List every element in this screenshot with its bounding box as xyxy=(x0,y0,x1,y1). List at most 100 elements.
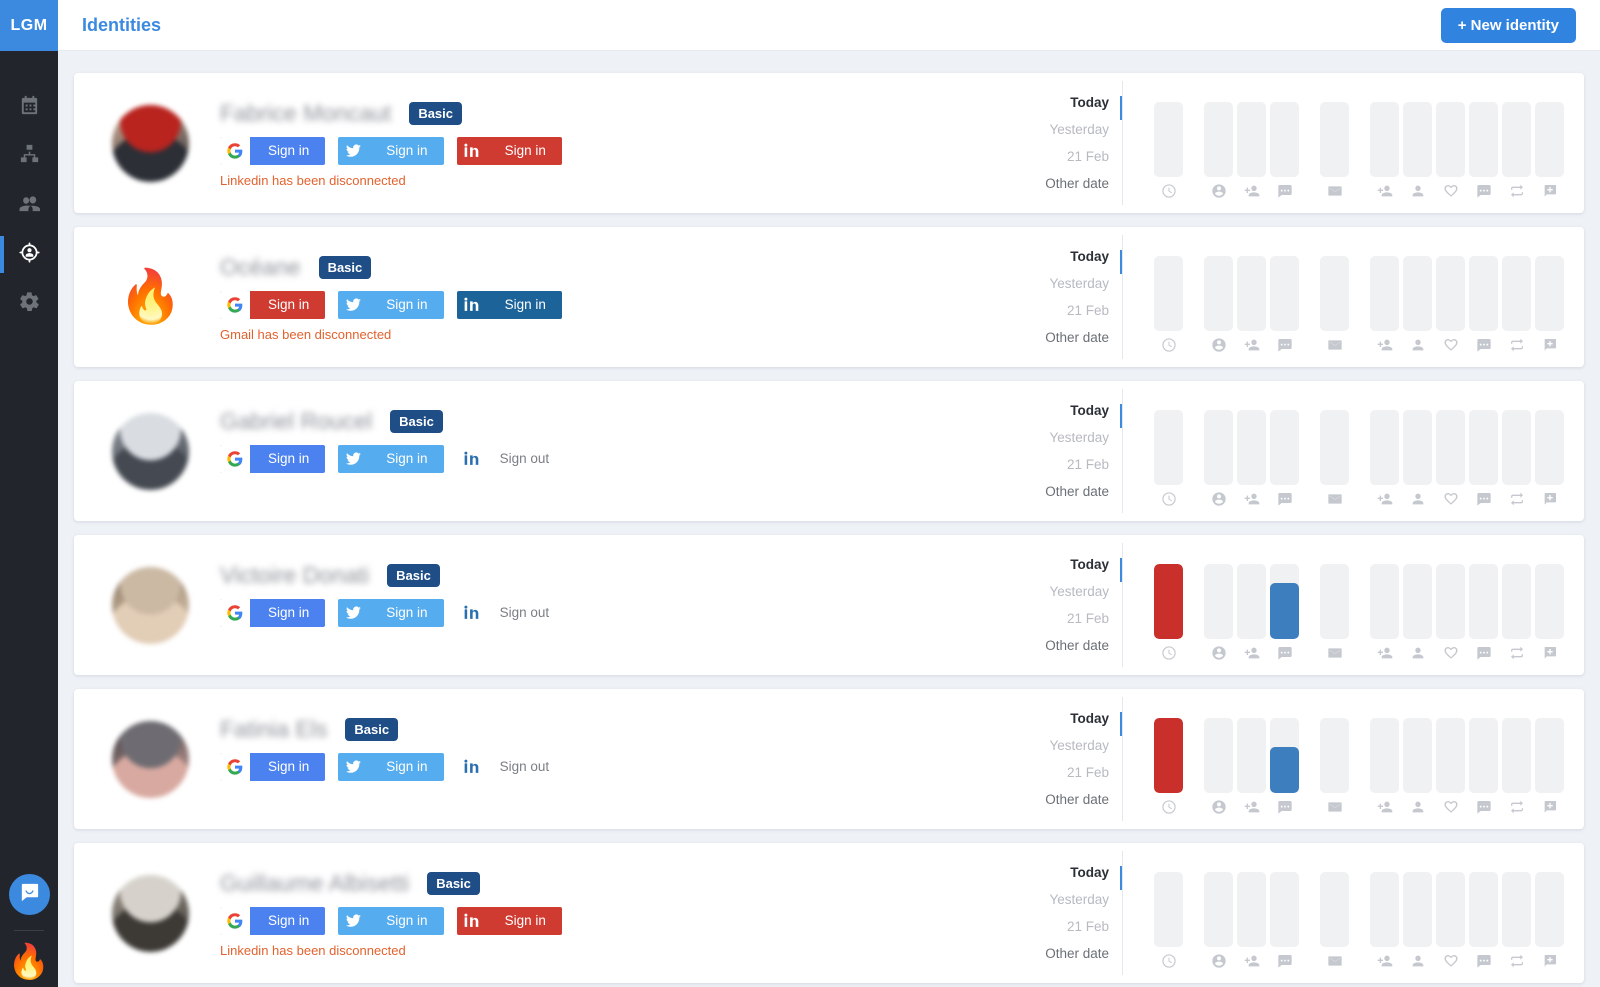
stat-column[interactable] xyxy=(1320,410,1349,513)
sidebar-item-identities[interactable] xyxy=(0,230,58,279)
twitter-sign-in-button[interactable]: Sign in xyxy=(338,906,444,935)
google-sign-in-button[interactable]: Sign in xyxy=(220,290,326,319)
stat-column[interactable] xyxy=(1535,718,1564,821)
stat-column[interactable] xyxy=(1403,718,1432,821)
stat-column[interactable] xyxy=(1535,872,1564,975)
stat-column[interactable] xyxy=(1320,564,1349,667)
identity-card[interactable]: Fatinia Els Basic Sign in Sign in Sign out To… xyxy=(74,689,1584,829)
stat-column[interactable] xyxy=(1535,410,1564,513)
twitter-sign-in-button[interactable]: Sign in xyxy=(338,598,444,627)
linkedin-sign-out-button[interactable]: Sign out xyxy=(500,451,550,466)
stat-column[interactable] xyxy=(1237,718,1266,821)
stat-column[interactable] xyxy=(1154,256,1183,359)
stat-column[interactable] xyxy=(1502,872,1531,975)
linkedin-sign-out-button[interactable]: Sign out xyxy=(500,605,550,620)
stat-column[interactable] xyxy=(1320,256,1349,359)
twitter-sign-in-button[interactable]: Sign in xyxy=(338,290,444,319)
stat-column[interactable] xyxy=(1469,718,1498,821)
stat-column[interactable] xyxy=(1320,102,1349,205)
stat-column[interactable] xyxy=(1370,256,1399,359)
stat-column[interactable] xyxy=(1469,256,1498,359)
stat-column[interactable] xyxy=(1469,410,1498,513)
identity-card[interactable]: 🔥 Océane Basic Sign in Sign in Sign in Gmail h… xyxy=(74,227,1584,367)
google-sign-in-button[interactable]: Sign in xyxy=(220,906,326,935)
stat-column[interactable] xyxy=(1370,872,1399,975)
stat-column[interactable] xyxy=(1436,564,1465,667)
identity-card[interactable]: Gabriel Roucel Basic Sign in Sign in Sign ou… xyxy=(74,381,1584,521)
linkedin-sign-in-button[interactable]: Sign in xyxy=(456,136,562,165)
sidebar-item-settings[interactable] xyxy=(0,279,58,328)
user-avatar[interactable]: 🔥 xyxy=(8,945,50,979)
stat-column[interactable] xyxy=(1320,872,1349,975)
stat-column[interactable] xyxy=(1270,410,1299,513)
stat-column[interactable] xyxy=(1370,102,1399,205)
stat-column[interactable] xyxy=(1204,718,1233,821)
linkedin-sign-out-button[interactable]: Sign out xyxy=(500,759,550,774)
google-sign-in-button[interactable]: Sign in xyxy=(220,598,326,627)
stat-column[interactable] xyxy=(1204,256,1233,359)
identity-card[interactable]: Fabrice Moncaut Basic Sign in Sign in Sign i… xyxy=(74,73,1584,213)
stat-column[interactable] xyxy=(1436,872,1465,975)
stat-column[interactable] xyxy=(1270,718,1299,821)
identity-card[interactable]: Victoire Donati Basic Sign in Sign in Sign o… xyxy=(74,535,1584,675)
stat-column[interactable] xyxy=(1204,410,1233,513)
linkedin-sign-in-button[interactable]: Sign in xyxy=(456,290,562,319)
comment-icon xyxy=(1476,947,1492,975)
twitter-sign-in-button[interactable]: Sign in xyxy=(338,752,444,781)
stat-column[interactable] xyxy=(1204,564,1233,667)
stat-column[interactable] xyxy=(1270,872,1299,975)
stat-column[interactable] xyxy=(1469,872,1498,975)
stat-column[interactable] xyxy=(1436,256,1465,359)
stat-column[interactable] xyxy=(1154,102,1183,205)
stat-column[interactable] xyxy=(1502,718,1531,821)
stat-column[interactable] xyxy=(1154,410,1183,513)
stat-column[interactable] xyxy=(1502,102,1531,205)
stat-column[interactable] xyxy=(1154,872,1183,975)
stat-column[interactable] xyxy=(1403,410,1432,513)
google-sign-in-button[interactable]: Sign in xyxy=(220,752,326,781)
app-logo[interactable]: LGM xyxy=(0,0,58,51)
stat-column[interactable] xyxy=(1535,256,1564,359)
stat-column[interactable] xyxy=(1237,102,1266,205)
stat-column[interactable] xyxy=(1154,718,1183,821)
stat-column[interactable] xyxy=(1370,718,1399,821)
stat-column[interactable] xyxy=(1403,872,1432,975)
google-sign-in-button[interactable]: Sign in xyxy=(220,136,326,165)
stat-column[interactable] xyxy=(1469,564,1498,667)
stat-column[interactable] xyxy=(1370,564,1399,667)
new-identity-button[interactable]: + New identity xyxy=(1440,7,1576,43)
stat-column[interactable] xyxy=(1403,102,1432,205)
stat-column[interactable] xyxy=(1270,256,1299,359)
google-sign-in-button[interactable]: Sign in xyxy=(220,444,326,473)
stat-column[interactable] xyxy=(1403,256,1432,359)
stat-column[interactable] xyxy=(1436,102,1465,205)
identity-card[interactable]: Guillaume Albisetti Basic Sign in Sign in Si… xyxy=(74,843,1584,983)
sidebar-item-calendar[interactable] xyxy=(0,83,58,132)
stat-column[interactable] xyxy=(1436,718,1465,821)
stat-column[interactable] xyxy=(1270,564,1299,667)
stat-column[interactable] xyxy=(1320,718,1349,821)
stat-column[interactable] xyxy=(1237,872,1266,975)
stat-column[interactable] xyxy=(1204,872,1233,975)
stat-column[interactable] xyxy=(1204,102,1233,205)
stat-column[interactable] xyxy=(1436,410,1465,513)
stat-column[interactable] xyxy=(1469,102,1498,205)
stat-column[interactable] xyxy=(1502,564,1531,667)
stat-column[interactable] xyxy=(1502,410,1531,513)
intercom-launcher[interactable] xyxy=(8,874,50,915)
twitter-sign-in-button[interactable]: Sign in xyxy=(338,444,444,473)
stat-column[interactable] xyxy=(1535,564,1564,667)
sidebar-item-contacts[interactable] xyxy=(0,181,58,230)
stat-column[interactable] xyxy=(1237,256,1266,359)
stat-column[interactable] xyxy=(1237,564,1266,667)
stat-column[interactable] xyxy=(1270,102,1299,205)
stat-column[interactable] xyxy=(1535,102,1564,205)
linkedin-sign-in-button[interactable]: Sign in xyxy=(456,906,562,935)
stat-column[interactable] xyxy=(1237,410,1266,513)
stat-column[interactable] xyxy=(1502,256,1531,359)
stat-column[interactable] xyxy=(1403,564,1432,667)
stat-column[interactable] xyxy=(1154,564,1183,667)
sidebar-item-org-chart[interactable] xyxy=(0,132,58,181)
stat-column[interactable] xyxy=(1370,410,1399,513)
twitter-sign-in-button[interactable]: Sign in xyxy=(338,136,444,165)
